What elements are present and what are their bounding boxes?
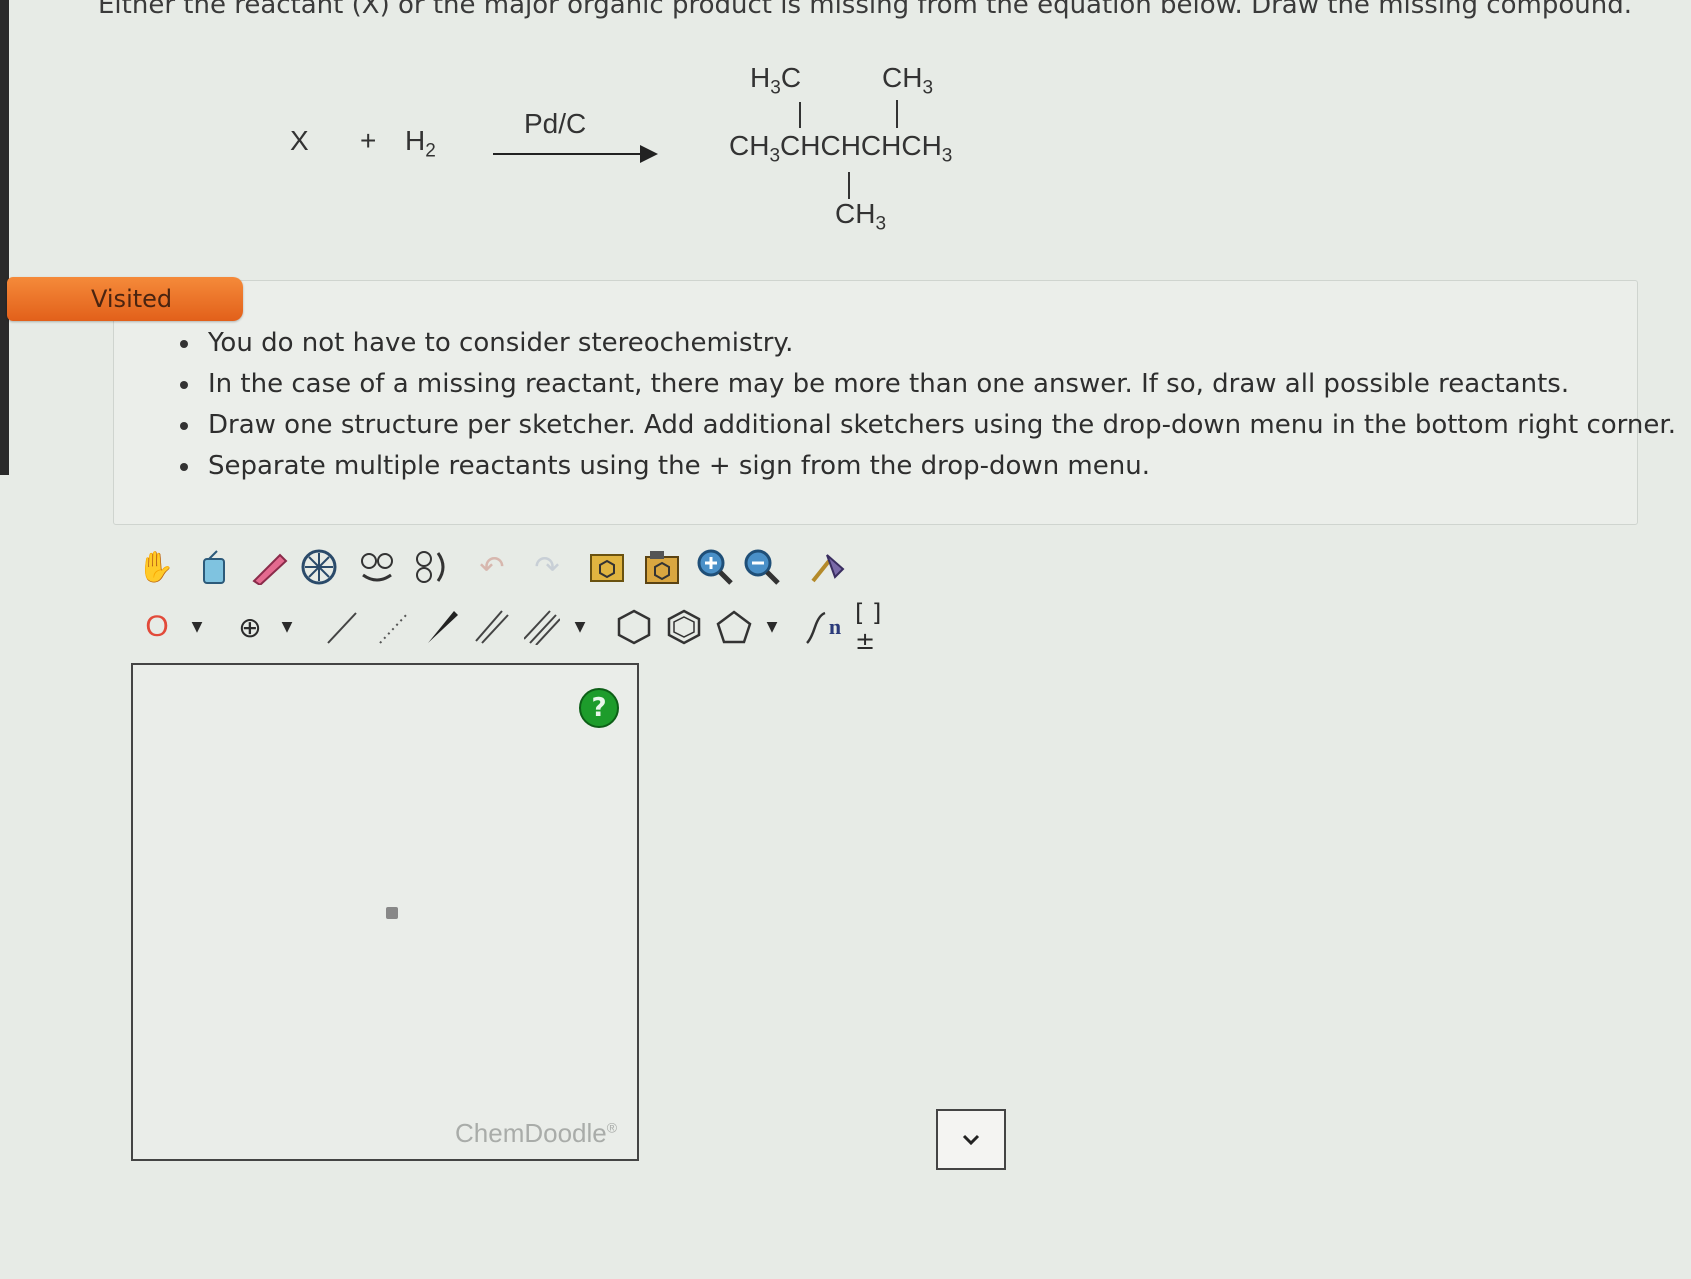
bond-top-right (896, 100, 898, 128)
bracket-charge-button[interactable]: [ ]± (855, 599, 899, 655)
atom-ch: CH (835, 198, 876, 229)
ring-dropdown-icon[interactable]: ▼ (750, 605, 794, 649)
single-bond-icon[interactable] (320, 605, 364, 649)
sketcher-canvas[interactable] (131, 663, 639, 1161)
open-structure-icon[interactable] (640, 545, 684, 589)
atom-ch: CH (882, 62, 923, 93)
cyclohexane-icon[interactable] (612, 605, 656, 649)
subscript: 3 (769, 145, 781, 167)
templates-icon[interactable] (585, 545, 629, 589)
zoom-in-icon[interactable] (693, 545, 737, 589)
charge-dropdown-icon[interactable]: ▼ (265, 605, 309, 649)
eraser-icon[interactable] (248, 545, 292, 589)
reaction-arrow-head (640, 145, 658, 163)
plus-sign: + (360, 125, 377, 156)
chain-body: CHCHCHCH (780, 130, 942, 161)
dashed-bond-icon[interactable] (372, 605, 416, 649)
instructions-panel: You do not have to consider stereochemis… (113, 280, 1676, 525)
product-methyl-top-left: H3C (750, 62, 801, 100)
reactant-x: X (290, 125, 309, 156)
benzene-icon[interactable] (662, 605, 706, 649)
hydrogen-reagent: H2 (405, 125, 436, 163)
instruction-item: In the case of a missing reactant, there… (176, 364, 1676, 405)
instruction-item: You do not have to consider stereochemis… (176, 323, 1676, 364)
bond-top-left (799, 102, 801, 128)
subscript: 3 (941, 145, 953, 167)
atom-c: C (780, 62, 802, 93)
question-text: Either the reactant (X) or the major org… (98, 0, 1632, 20)
h2-subscript: 2 (425, 140, 436, 162)
rotate-icon[interactable] (408, 545, 452, 589)
zoom-out-icon[interactable] (740, 545, 784, 589)
help-button[interactable]: ? (579, 688, 619, 728)
add-sketcher-dropdown[interactable] (936, 1109, 1006, 1170)
canvas-cursor-dot (386, 907, 398, 919)
double-bond-icon[interactable] (470, 605, 514, 649)
brand-text: ChemDoodle (455, 1118, 607, 1148)
atom-dropdown-icon[interactable]: ▼ (175, 605, 219, 649)
brand-mark: ® (606, 1119, 618, 1136)
lasso-icon[interactable] (192, 545, 236, 589)
atom-label-button[interactable]: O (135, 605, 179, 649)
bond-dropdown-icon[interactable]: ▼ (558, 605, 602, 649)
hand-icon[interactable]: ✋ (134, 545, 178, 589)
wedge-bond-icon[interactable] (420, 605, 464, 649)
chevron-down-icon (962, 1134, 980, 1145)
reaction-arrow-line (493, 153, 648, 155)
screen-bezel (0, 0, 9, 475)
subscript: 3 (922, 77, 934, 99)
instruction-item: Separate multiple reactants using the + … (176, 446, 1676, 487)
instructions-list: You do not have to consider stereochemis… (176, 323, 1676, 487)
catalyst-label: Pd/C (524, 108, 587, 139)
undo-icon[interactable]: ↶ (470, 545, 514, 589)
subscript: 3 (770, 77, 781, 99)
repeat-label: n (828, 614, 842, 639)
subscript: 3 (875, 213, 887, 235)
chain-start: CH (729, 130, 770, 161)
clean-structure-icon[interactable] (805, 545, 849, 589)
product-methyl-top-right: CH3 (882, 62, 933, 100)
flip-icon[interactable] (355, 545, 399, 589)
chemdoodle-logo: ChemDoodle® (455, 1118, 617, 1149)
redo-icon[interactable]: ↷ (525, 545, 569, 589)
center-icon[interactable] (297, 545, 341, 589)
instruction-item: Draw one structure per sketcher. Add add… (176, 405, 1676, 446)
h2-symbol: H (405, 125, 426, 156)
repeat-unit-button[interactable]: n (800, 605, 844, 649)
atom-h: H (750, 62, 771, 93)
visited-badge: Visited (7, 277, 243, 321)
product-main-chain: CH3CHCHCHCH3 (729, 130, 952, 168)
product-methyl-bottom: CH3 (835, 198, 886, 236)
bond-bottom (848, 172, 850, 199)
